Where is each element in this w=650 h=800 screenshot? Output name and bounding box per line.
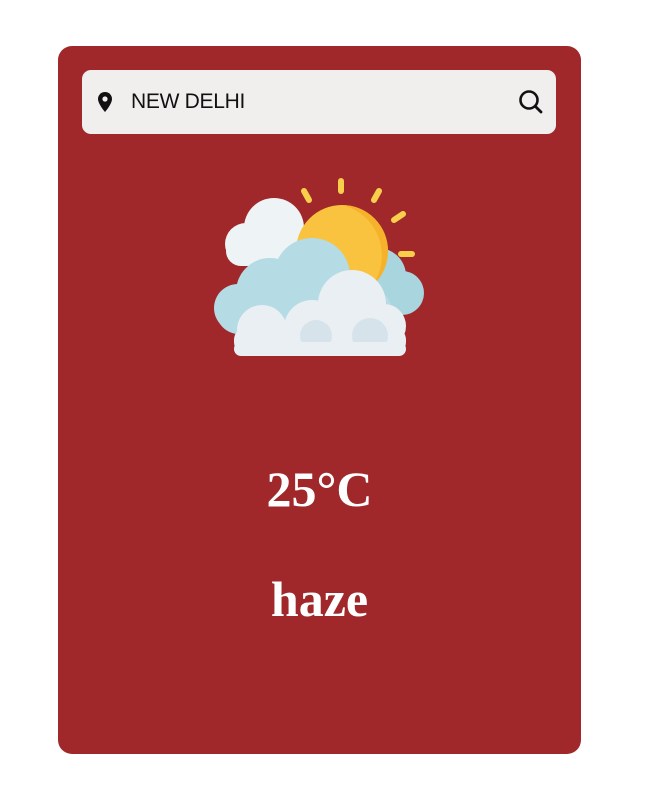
- city-search-input[interactable]: [131, 84, 501, 120]
- map-pin-icon: [98, 92, 112, 112]
- weather-card: 25°C haze: [58, 46, 581, 754]
- search-icon: [519, 90, 543, 114]
- partly-cloudy-sun-icon: [214, 178, 424, 356]
- weather-description: haze: [270, 571, 369, 627]
- search-bar: [82, 70, 556, 134]
- temperature-value: 25°C: [266, 461, 373, 517]
- search-button[interactable]: [516, 87, 546, 117]
